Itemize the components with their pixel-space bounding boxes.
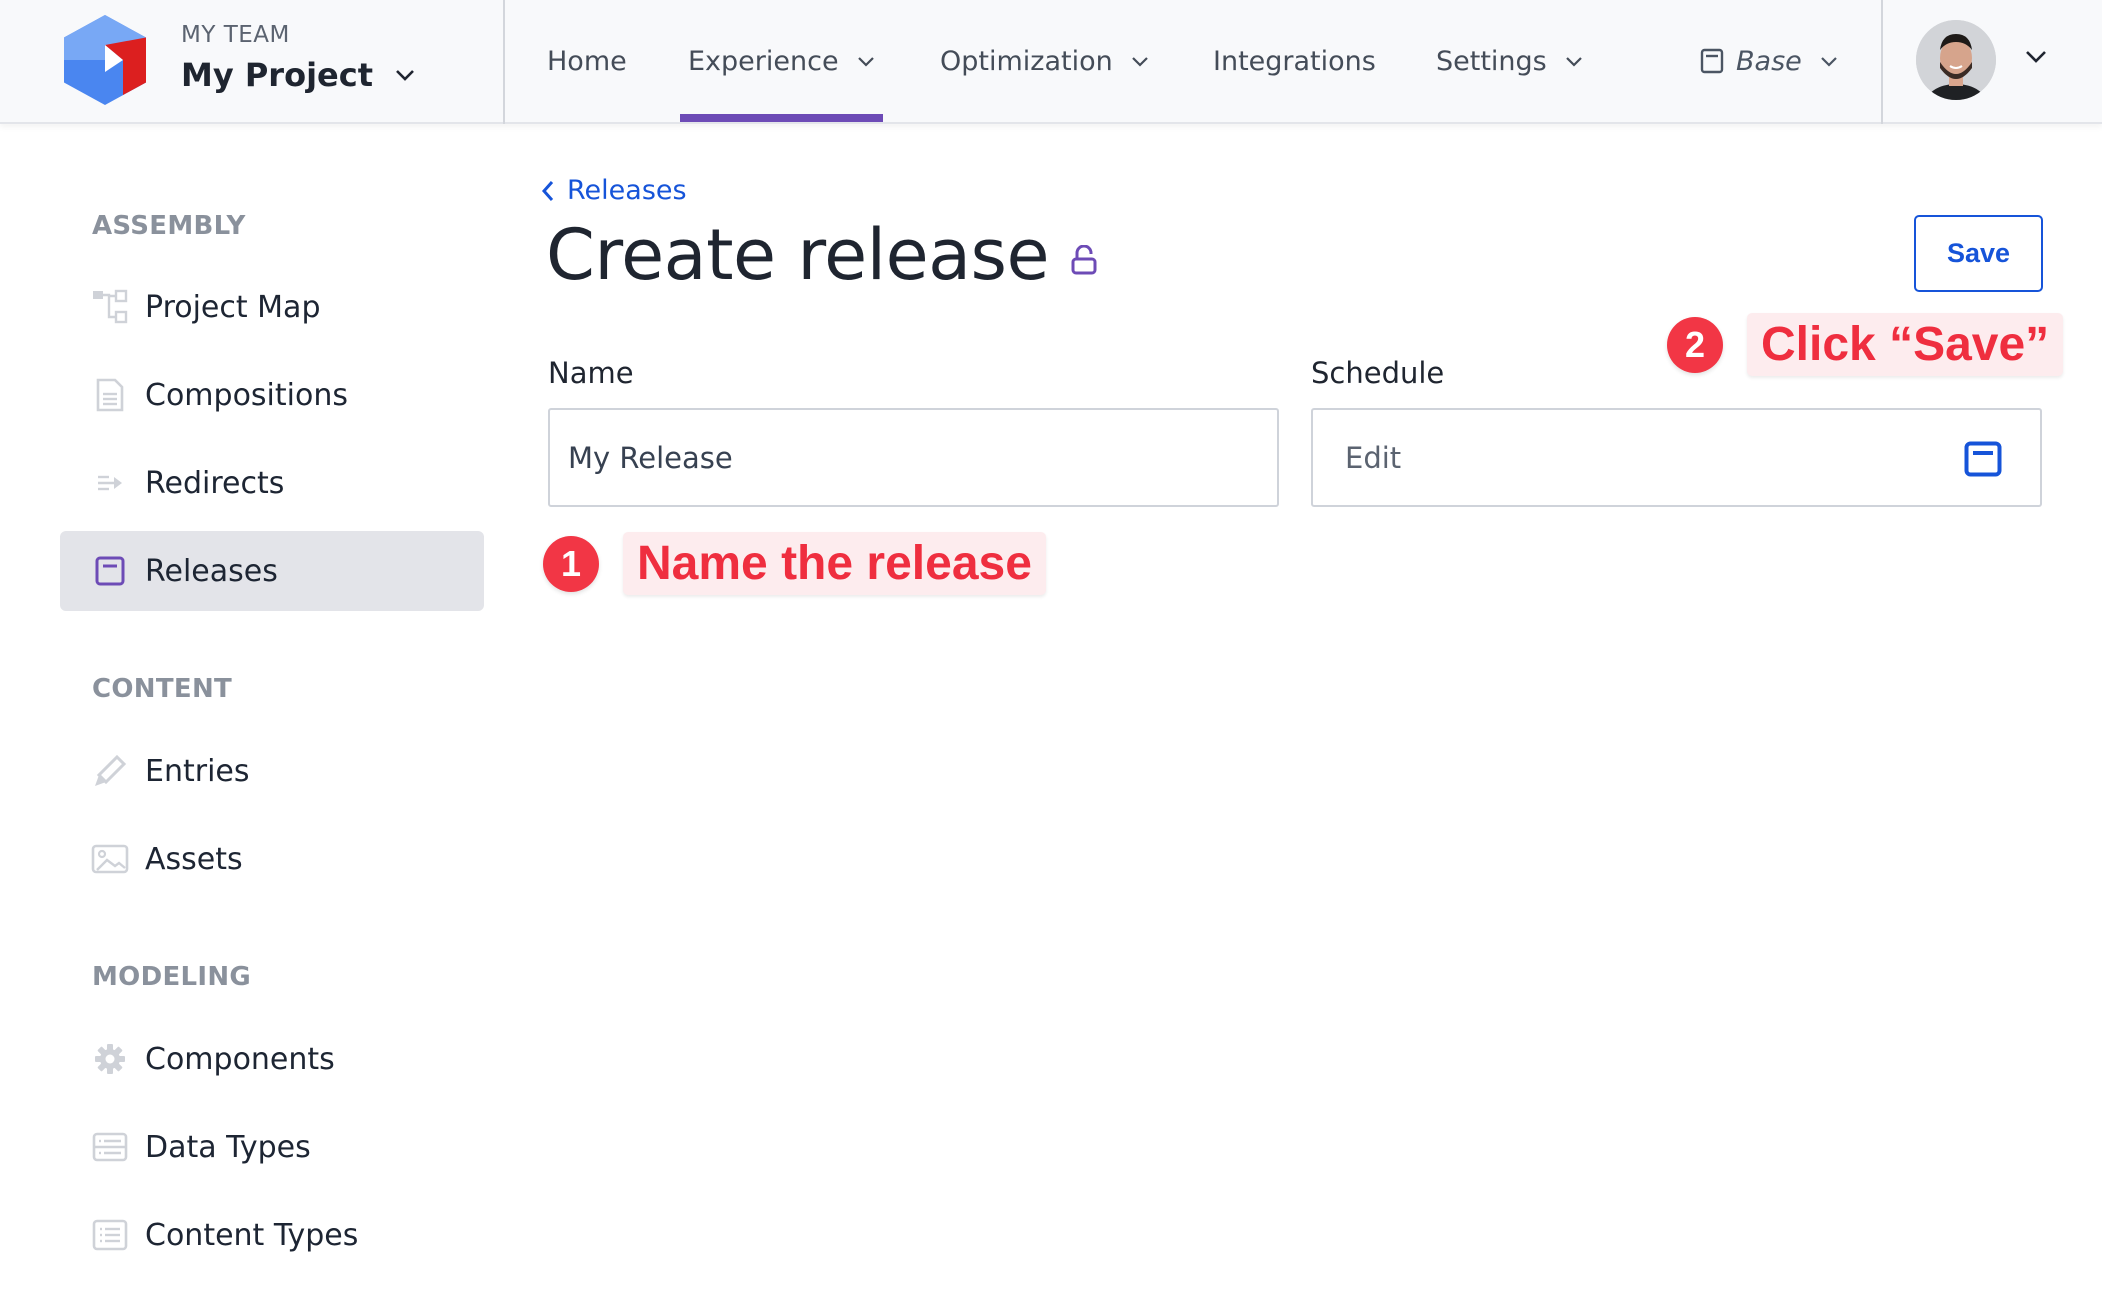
sidebar-section-assembly: ASSEMBLY [92,211,246,241]
sidebar-item-entries[interactable]: Entries [60,731,484,811]
chevron-down-icon [857,56,874,67]
breadcrumb-label: Releases [567,175,687,206]
name-field-label: Name [548,356,634,390]
top-header: MY TEAM My Project Home Experience Optim… [0,0,2102,124]
calendar-icon[interactable] [1964,441,2002,477]
sidebar-item-label: Data Types [145,1129,311,1165]
main-nav: Home Experience Optimization Integration… [507,0,1881,124]
sidebar-item-label: Components [145,1041,335,1077]
step-number-badge: 2 [1667,316,1723,373]
avatar[interactable] [1916,20,1996,100]
document-icon [90,375,130,415]
chevron-down-icon [2026,51,2046,63]
nav-home-label: Home [547,45,627,77]
nav-home[interactable]: Home [547,0,627,122]
project-name-label: My Project [181,56,373,94]
sidebar-item-label: Project Map [145,289,321,325]
avatar-image [1916,20,1996,100]
nav-experience[interactable]: Experience [680,0,883,122]
redirect-arrow-icon [90,463,130,503]
nav-optimization[interactable]: Optimization [940,0,1149,122]
sidebar-item-label: Content Types [145,1217,359,1253]
sidebar-item-assets[interactable]: Assets [60,819,484,899]
nav-optimization-label: Optimization [940,45,1113,77]
chevron-down-icon [396,70,414,81]
gear-icon [90,1039,130,1079]
release-selector[interactable]: Base [1700,0,1838,122]
sidebar-item-label: Entries [145,753,250,789]
sidebar-item-data-types[interactable]: Data Types [60,1107,484,1187]
breadcrumb-back-link[interactable]: Releases [541,175,687,206]
nav-experience-label: Experience [688,45,839,77]
sidebar-item-label: Assets [145,841,243,877]
schedule-field-label: Schedule [1311,356,1445,390]
name-input-value: My Release [568,440,733,475]
list-icon [90,1215,130,1255]
annotation-step-1: 1 Name the release [543,532,1046,595]
project-switcher[interactable]: MY TEAM My Project [0,0,505,124]
step-instruction: Name the release [623,532,1046,595]
sidebar-item-content-types[interactable]: Content Types [60,1195,484,1275]
app-logo-icon [64,15,146,105]
sidebar-section-modeling: MODELING [92,962,252,992]
image-icon [90,839,130,879]
project-name[interactable]: My Project [181,56,415,94]
name-input[interactable]: My Release [548,408,1279,507]
sidebar-item-components[interactable]: Components [60,1019,484,1099]
nav-settings-label: Settings [1436,45,1547,77]
team-name: MY TEAM [181,22,290,48]
chevron-down-icon [1131,56,1148,67]
sidebar-item-project-map[interactable]: Project Map [60,267,484,347]
schedule-input[interactable]: Edit [1311,408,2042,507]
sidebar-item-label: Releases [145,553,278,589]
annotation-step-2: 2 Click “Save” [1667,313,2064,376]
nav-integrations-label: Integrations [1213,45,1376,77]
chevron-left-icon [541,180,554,201]
chevron-down-icon [1820,56,1837,67]
database-list-icon [90,1127,130,1167]
sitemap-icon [90,287,130,327]
calendar-icon [1700,48,1724,74]
sidebar-item-redirects[interactable]: Redirects [60,443,484,523]
chevron-down-icon [1565,56,1582,67]
release-selector-label: Base [1736,45,1802,77]
calendar-icon [90,551,130,591]
page-title: Create release [546,214,1097,296]
sidebar-item-releases[interactable]: Releases [60,531,484,611]
pencil-icon [90,751,130,791]
unlock-icon [1071,245,1097,275]
save-button[interactable]: Save [1914,215,2043,292]
nav-integrations[interactable]: Integrations [1213,0,1376,122]
page-title-text: Create release [546,214,1050,296]
step-instruction: Click “Save” [1747,313,2064,376]
sidebar-item-label: Compositions [145,377,348,413]
nav-settings[interactable]: Settings [1436,0,1583,122]
schedule-input-value: Edit [1345,440,1402,475]
sidebar-section-content: CONTENT [92,674,233,704]
sidebar-item-compositions[interactable]: Compositions [60,355,484,435]
sidebar: ASSEMBLY Project Map Compositions Redire… [0,126,500,1310]
user-menu[interactable] [1881,0,2102,124]
step-number-badge: 1 [543,535,599,592]
sidebar-item-label: Redirects [145,465,285,501]
